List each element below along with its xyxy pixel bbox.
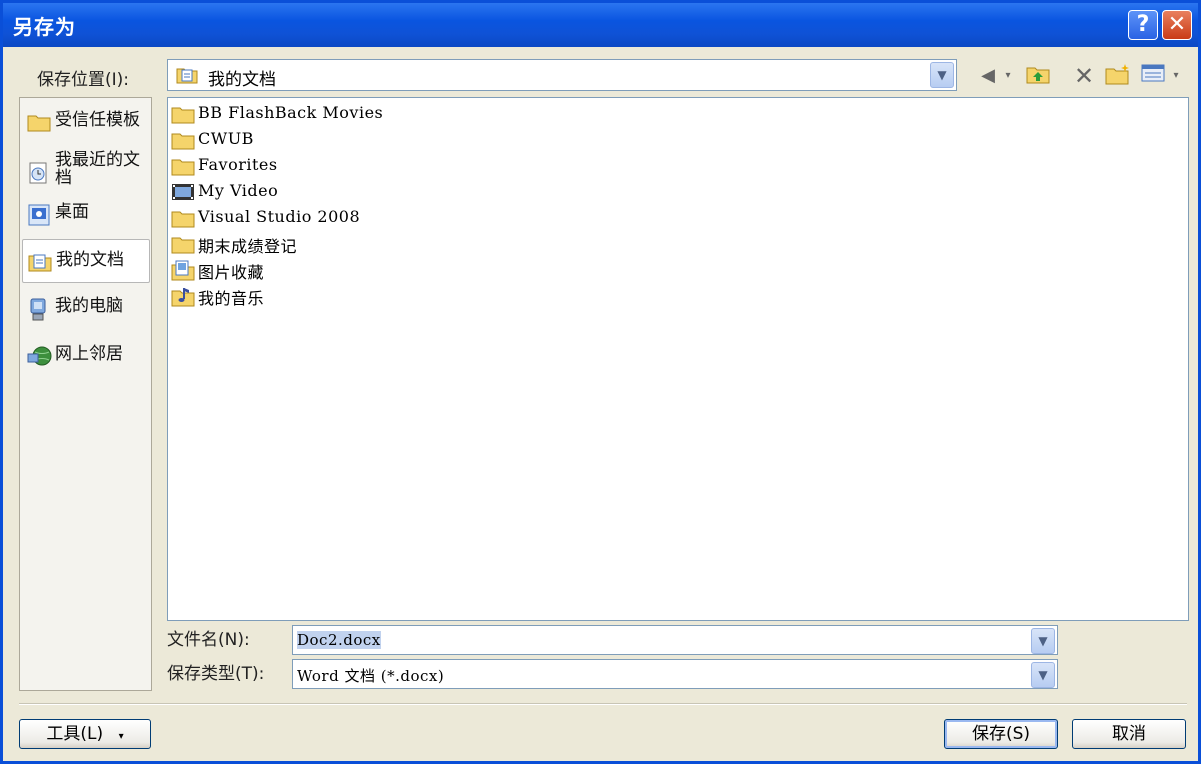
save-as-dialog: 另存为 ? ✕ 保存位置(I): 我的文档 ▼ ◀ ▾ ✕ ▾ 受信任模板 我最…: [0, 0, 1201, 764]
chevron-down-icon[interactable]: ▼: [930, 62, 954, 88]
close-button[interactable]: ✕: [1162, 10, 1192, 40]
place-recent-documents[interactable]: 我最近的文档: [22, 146, 150, 190]
filename-label: 文件名(N):: [167, 630, 250, 650]
network-places-icon: [27, 346, 52, 366]
filename-input[interactable]: Doc2.docx: [297, 631, 381, 649]
place-network-places[interactable]: 网上邻居: [22, 334, 150, 378]
folder-icon: [171, 211, 195, 228]
filetype-label: 保存类型(T):: [167, 664, 265, 684]
place-label: 网上邻居: [55, 344, 123, 364]
file-name: CWUB: [198, 129, 254, 148]
place-desktop[interactable]: 桌面: [22, 192, 150, 236]
folder-icon: [27, 115, 51, 132]
file-name: BB FlashBack Movies: [198, 103, 384, 122]
chevron-down-icon[interactable]: ▼: [1031, 628, 1055, 654]
place-my-computer[interactable]: 我的电脑: [22, 286, 150, 330]
tools-button[interactable]: 工具(L) ▾: [19, 719, 151, 749]
folder-icon: [171, 107, 195, 124]
place-label: 我的文档: [56, 250, 124, 270]
file-name: Visual Studio 2008: [198, 207, 361, 226]
views-dropdown-icon[interactable]: ▾: [1169, 63, 1183, 89]
desktop-icon: [28, 204, 50, 226]
tools-button-label: 工具(L): [46, 724, 104, 744]
views-icon[interactable]: [1141, 63, 1167, 89]
window-title: 另存为: [13, 15, 76, 39]
place-my-documents[interactable]: 我的文档: [22, 239, 150, 283]
file-name: 期末成绩登记: [198, 237, 298, 256]
file-name: 图片收藏: [198, 263, 265, 282]
save-location-value: 我的文档: [208, 70, 276, 90]
places-bar: 受信任模板 我最近的文档 桌面 我的文档 我的电脑 网上邻居: [19, 97, 152, 691]
place-label: 桌面: [55, 202, 89, 222]
place-label: 受信任模板: [55, 110, 140, 130]
filename-combo[interactable]: Doc2.docx ▼: [292, 625, 1058, 655]
folder-icon: [171, 237, 195, 254]
chevron-down-icon: ▾: [118, 731, 124, 742]
place-label: 我最近的文档: [55, 150, 140, 188]
my-documents-icon: [28, 254, 52, 272]
cancel-button[interactable]: 取消: [1072, 719, 1186, 749]
folder-icon: [171, 159, 195, 176]
file-name: 我的音乐: [198, 289, 265, 308]
place-trusted-templates[interactable]: 受信任模板: [22, 100, 150, 144]
back-icon[interactable]: ◀: [975, 63, 1001, 89]
file-name: Favorites: [198, 155, 278, 174]
my-computer-icon: [30, 298, 46, 321]
up-folder-icon[interactable]: [1025, 63, 1051, 89]
file-name: My Video: [198, 181, 279, 200]
pictures-folder-icon: [171, 260, 195, 281]
help-button[interactable]: ?: [1128, 10, 1158, 40]
chevron-down-icon[interactable]: ▼: [1031, 662, 1055, 688]
music-folder-icon: [171, 288, 195, 307]
save-location-dropdown[interactable]: 我的文档 ▼: [167, 59, 957, 91]
place-label: 我的电脑: [55, 296, 123, 316]
save-button[interactable]: 保存(S): [944, 719, 1058, 749]
divider: [19, 703, 1187, 705]
video-folder-icon: [172, 184, 194, 200]
delete-icon[interactable]: ✕: [1071, 63, 1097, 89]
back-dropdown-icon[interactable]: ▾: [1003, 63, 1013, 89]
save-location-label: 保存位置(I):: [37, 70, 130, 90]
new-folder-icon[interactable]: [1105, 63, 1131, 89]
file-list[interactable]: BB FlashBack Movies CWUB Favorites My Vi…: [167, 97, 1189, 621]
filetype-value: Word 文档 (*.docx): [297, 667, 445, 685]
title-bar[interactable]: 另存为 ? ✕: [3, 3, 1198, 47]
folder-icon: [171, 133, 195, 150]
my-documents-icon: [176, 68, 198, 84]
recent-documents-icon: [29, 162, 47, 184]
filetype-select[interactable]: Word 文档 (*.docx) ▼: [292, 659, 1058, 689]
